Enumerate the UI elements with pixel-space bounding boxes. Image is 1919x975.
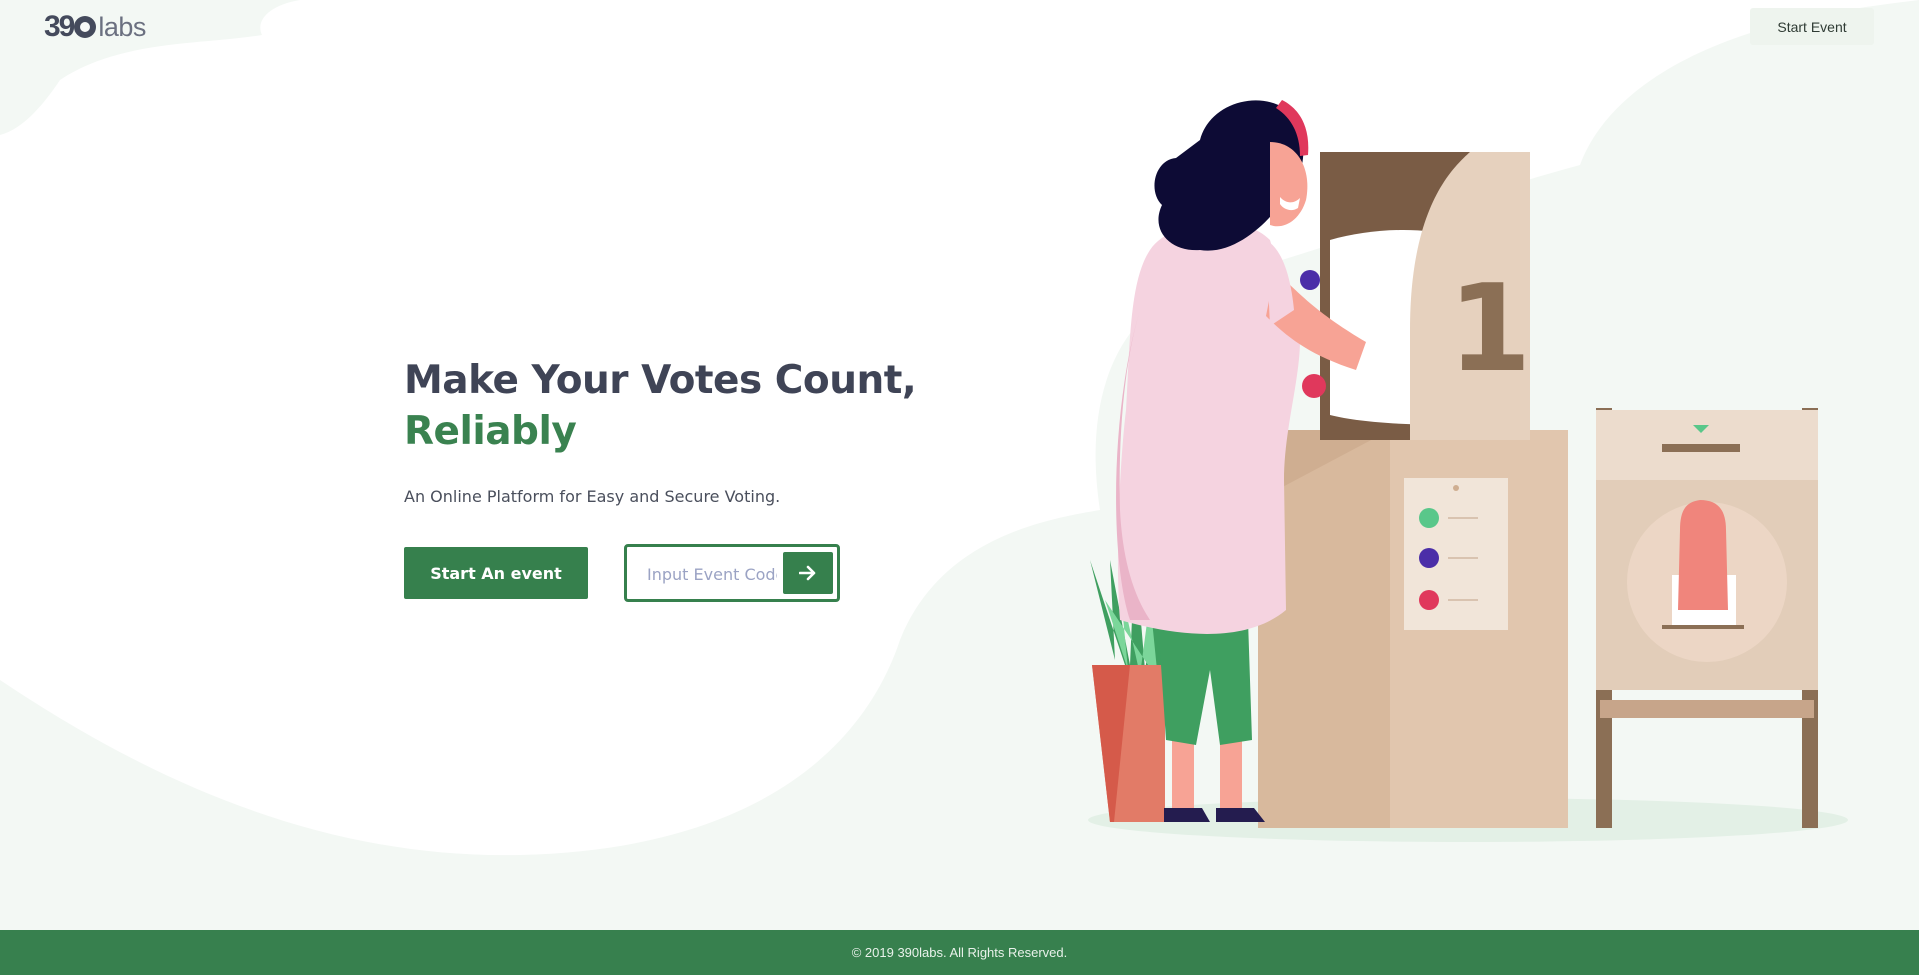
site-footer: © 2019 390labs. All Rights Reserved. (0, 930, 1919, 975)
ballot-box (1596, 408, 1818, 828)
copyright-text: © 2019 390labs. All Rights Reserved. (851, 945, 1068, 960)
event-code-input[interactable] (645, 561, 779, 587)
event-code-form (624, 544, 840, 602)
hero-title-accent: Reliably (404, 409, 577, 454)
start-an-event-button[interactable]: Start An event (404, 547, 588, 599)
booth-number: 1 (1448, 260, 1532, 399)
hero-subtitle: An Online Platform for Easy and Secure V… (404, 487, 781, 506)
site-header: 39 labs Start Event (0, 0, 1919, 60)
logo[interactable]: 39 labs (44, 10, 146, 44)
hero-actions: Start An event (404, 544, 924, 604)
hero-title-line1: Make Your Votes Count, (404, 358, 917, 403)
submit-event-code-button[interactable] (783, 552, 833, 594)
voting-booth: 1 (1258, 152, 1568, 828)
hero-section: Make Your Votes Count, Reliably An Onlin… (404, 355, 924, 604)
hero-title: Make Your Votes Count, Reliably (404, 355, 924, 457)
arrow-right-icon (799, 565, 816, 581)
logo-mark: 39 (44, 10, 97, 44)
voting-illustration: 1 (1088, 100, 1848, 842)
start-event-header-button[interactable]: Start Event (1750, 8, 1874, 45)
logo-text: labs (98, 12, 146, 42)
